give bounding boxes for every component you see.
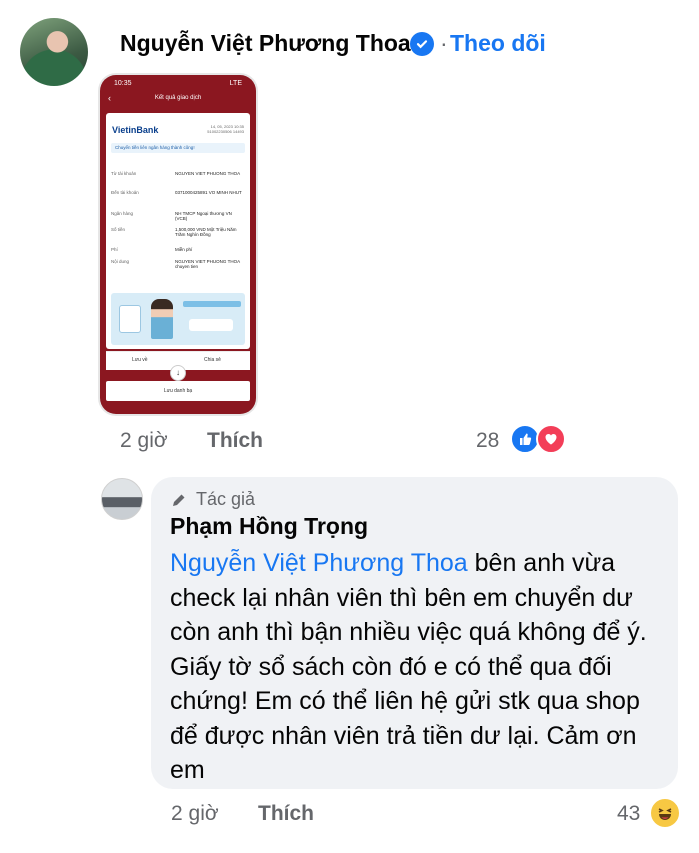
receipt-row: Ngân hàng NH TMCP Ngoại thương VN (VCB) (111, 211, 245, 221)
separator: · (440, 30, 448, 56)
reaction-count[interactable]: 28 (476, 429, 499, 453)
row-label: Từ tài khoản (111, 171, 137, 176)
download-icon: ↓ (170, 365, 186, 381)
comment-body: bên anh vừa check lại nhân viên thì bên … (170, 549, 647, 784)
phone-illustration (119, 305, 141, 333)
screen-title: Kết quả giao dịch (154, 95, 202, 101)
bank-logo: VietinBank (112, 125, 159, 135)
status-time: 10:35 (114, 80, 132, 87)
comment-reaction-count[interactable]: 43 (617, 802, 640, 826)
comment-time[interactable]: 2 giờ (171, 802, 219, 826)
row-label: Ngân hàng (111, 211, 134, 216)
share-button: Chia sẻ (204, 357, 221, 363)
attached-image[interactable]: 10:35 LTE ‹ Kết quả giao dịch VietinBank… (100, 75, 256, 414)
comment-author-name[interactable]: Phạm Hồng Trọng (170, 513, 368, 540)
mention-link[interactable]: Nguyễn Việt Phương Thoa (170, 549, 468, 577)
status-network: LTE (229, 80, 242, 87)
model-illustration (151, 299, 173, 339)
receipt-row: Từ tài khoản NGUYEN VIET PHUONG THOA (111, 171, 245, 176)
save-contact-button: Lưu danh bạ (106, 381, 250, 401)
comment-like-button[interactable]: Thích (258, 802, 314, 826)
success-message: Chuyển tiền liên ngân hàng thành công! (111, 143, 245, 153)
follow-button[interactable]: Theo dõi (450, 30, 546, 57)
save-image-button: Lưu về (132, 357, 148, 363)
receipt-row: Đến tài khoản 0371000425891 VO MINH NHUT (111, 190, 245, 195)
author-tag: Tác giả (196, 489, 256, 509)
row-label: Phí (111, 247, 118, 252)
row-value: Miễn phí (175, 247, 193, 252)
row-label: Số tiền (111, 227, 126, 232)
haha-icon[interactable] (649, 797, 681, 829)
row-value: 0371000425891 VO MINH NHUT (175, 190, 242, 195)
receipt-row: Phí Miễn phí (111, 247, 245, 252)
post-author-name[interactable]: Nguyễn Việt Phương Thoa (120, 30, 411, 57)
row-value: NGUYEN VIET PHUONG THOA chuyen tien (175, 259, 240, 269)
like-button[interactable]: Thích (207, 429, 263, 453)
receipt-row: Nội dung NGUYEN VIET PHUONG THOA chuyen t… (111, 259, 245, 269)
promo-banner (111, 293, 245, 345)
row-value: NH TMCP Ngoại thương VN (VCB) (175, 211, 232, 221)
row-value: NGUYEN VIET PHUONG THOA (175, 171, 241, 176)
comment-text: Nguyễn Việt Phương Thoa bên anh vừa chec… (170, 546, 670, 788)
verified-badge-icon (410, 32, 434, 56)
banner-headline-bar (183, 301, 241, 307)
receipt-date: 14, 05, 2023 10:35 51002230506 14493 (207, 124, 244, 134)
receipt-row: Số tiền 1,500,000 VND Một Triệu Năm Trăm … (111, 227, 245, 237)
avatar[interactable] (20, 18, 88, 86)
row-value: 1,500,000 VND Một Triệu Năm Trăm Nghìn Đ… (175, 227, 237, 237)
avatar[interactable] (101, 478, 143, 520)
pencil-icon (171, 492, 187, 508)
row-label: Đến tài khoản (111, 190, 139, 195)
receipt-ref-line: 51002230506 14493 (207, 129, 244, 134)
receipt-card: VietinBank 14, 05, 2023 10:35 5100223050… (106, 113, 250, 349)
banner-button-shape (189, 319, 233, 331)
heart-icon[interactable] (536, 424, 566, 454)
post-time[interactable]: 2 giờ (120, 429, 168, 453)
row-label: Nội dung (111, 259, 130, 264)
